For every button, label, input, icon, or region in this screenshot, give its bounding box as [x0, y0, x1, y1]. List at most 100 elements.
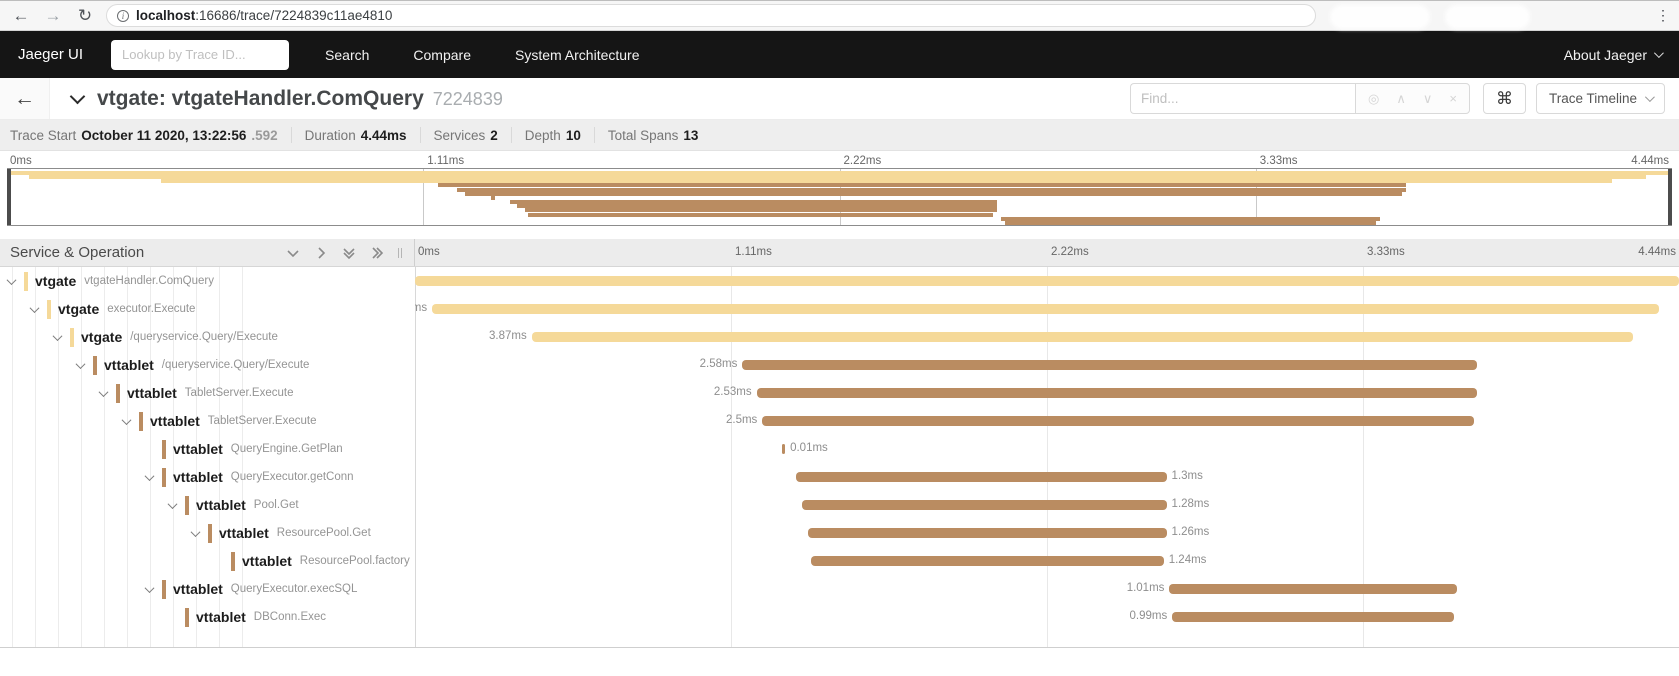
span-timeline-cell[interactable]: 3.87ms — [415, 323, 1679, 351]
browser-refresh-icon[interactable]: ↻ — [74, 7, 96, 24]
expand-one-icon[interactable] — [314, 246, 328, 260]
expand-chevron-icon[interactable] — [7, 275, 17, 285]
span-name-cell[interactable]: vttabletQueryEngine.GetPlan — [0, 435, 415, 463]
span-duration-bar[interactable] — [1169, 584, 1457, 594]
about-jaeger-label: About Jaeger — [1564, 47, 1647, 63]
back-to-search-button[interactable]: ← — [0, 78, 50, 119]
keyboard-shortcuts-button[interactable]: ⌘ — [1483, 83, 1526, 114]
span-duration-bar[interactable] — [808, 528, 1167, 538]
site-info-icon[interactable]: i — [117, 10, 129, 22]
span-name-cell[interactable]: vttabletDBConn.Exec — [0, 603, 415, 631]
about-jaeger-menu[interactable]: About Jaeger — [1564, 47, 1661, 63]
span-name-cell[interactable]: vtgate/queryservice.Query/Execute — [0, 323, 415, 351]
trace-lookup-input[interactable] — [111, 40, 289, 70]
span-name-cell[interactable]: vtgatevtgateHandler.ComQuery — [0, 267, 415, 295]
expand-chevron-icon[interactable] — [168, 499, 178, 509]
span-name-cell[interactable]: vttablet/queryservice.Query/Execute — [0, 351, 415, 379]
span-row[interactable]: vttabletTabletServer.Execute2.53ms — [0, 379, 1679, 407]
span-timeline-cell[interactable]: 1.3ms — [415, 463, 1679, 491]
expand-chevron-icon[interactable] — [191, 527, 201, 537]
span-row[interactable]: vtgate/queryservice.Query/Execute3.87ms — [0, 323, 1679, 351]
focus-match-icon[interactable]: ◎ — [1368, 91, 1379, 107]
column-resizer-handle[interactable] — [398, 248, 402, 258]
span-duration-bar[interactable] — [742, 360, 1476, 370]
expand-chevron-icon[interactable] — [122, 415, 132, 425]
nav-link-system-architecture[interactable]: System Architecture — [515, 47, 640, 63]
prev-match-icon[interactable]: ∧ — [1396, 91, 1406, 107]
span-row[interactable]: vtgateexecutor.Execute4.31ms — [0, 295, 1679, 323]
service-color-marker — [185, 496, 189, 515]
span-timeline-cell[interactable]: 1.24ms — [415, 547, 1679, 575]
span-name-cell[interactable]: vttabletResourcePool.Get — [0, 519, 415, 547]
span-duration-bar[interactable] — [532, 332, 1634, 342]
span-timeline-cell[interactable]: 2.58ms — [415, 351, 1679, 379]
span-timeline-cell[interactable]: 4.31ms — [415, 295, 1679, 323]
span-duration-bar[interactable] — [757, 388, 1477, 398]
expand-chevron-icon[interactable] — [53, 331, 63, 341]
timeline-minimap[interactable] — [7, 168, 1672, 226]
browser-forward-icon[interactable]: → — [42, 7, 64, 24]
span-duration-bar[interactable] — [802, 500, 1166, 510]
expand-chevron-icon[interactable] — [76, 359, 86, 369]
find-input[interactable] — [1130, 83, 1355, 114]
command-icon: ⌘ — [1496, 89, 1513, 109]
browser-back-icon[interactable]: ← — [10, 7, 32, 24]
span-timeline-cell[interactable] — [415, 267, 1679, 295]
url-host: localhost — [136, 8, 195, 23]
span-timeline-cell[interactable]: 1.26ms — [415, 519, 1679, 547]
span-duration-bar[interactable] — [432, 304, 1659, 314]
span-row[interactable]: vttabletResourcePool.Get1.26ms — [0, 519, 1679, 547]
span-timeline-cell[interactable]: 0.01ms — [415, 435, 1679, 463]
service-color-marker — [47, 300, 51, 319]
span-name-cell[interactable]: vttabletQueryExecutor.execSQL — [0, 575, 415, 603]
span-duration-bar[interactable] — [796, 472, 1166, 482]
span-duration-bar[interactable] — [811, 556, 1164, 566]
span-name-cell[interactable]: vttabletTabletServer.Execute — [0, 407, 415, 435]
expand-chevron-icon[interactable] — [99, 387, 109, 397]
span-duration-bar[interactable] — [762, 416, 1474, 426]
nav-link-search[interactable]: Search — [325, 47, 369, 63]
url-text[interactable]: localhost:16686/trace/7224839c11ae4810 — [136, 8, 392, 23]
expand-chevron-icon[interactable] — [145, 471, 155, 481]
span-row[interactable]: vttablet/queryservice.Query/Execute 2.58m… — [0, 351, 1679, 379]
span-duration-bar[interactable] — [415, 276, 1679, 286]
collapse-one-icon[interactable] — [286, 246, 300, 260]
next-match-icon[interactable]: ∨ — [1423, 91, 1433, 107]
trace-view-dropdown[interactable]: Trace Timeline — [1536, 83, 1665, 114]
clear-find-icon[interactable]: × — [1449, 91, 1457, 106]
span-row[interactable]: vttabletQueryExecutor.getConn1.3ms — [0, 463, 1679, 491]
browser-menu-icon[interactable]: ⋮ — [1656, 7, 1669, 24]
span-timeline-cell[interactable]: 0.99ms — [415, 603, 1679, 631]
span-name-cell[interactable]: vttabletResourcePool.factory — [0, 547, 415, 575]
span-timeline-cell[interactable]: 1.01ms — [415, 575, 1679, 603]
span-row[interactable]: vttabletDBConn.Exec0.99ms — [0, 603, 1679, 631]
expand-chevron-icon[interactable] — [145, 583, 155, 593]
span-duration-bar[interactable] — [1172, 612, 1454, 622]
span-name-cell[interactable]: vttabletQueryExecutor.getConn — [0, 463, 415, 491]
summary-label: Services — [434, 128, 486, 143]
span-timeline-cell[interactable]: 2.53ms — [415, 379, 1679, 407]
expand-chevron-icon[interactable] — [30, 303, 40, 313]
span-timeline-cell[interactable]: 2.5ms — [415, 407, 1679, 435]
span-name-cell[interactable]: vttabletTabletServer.Execute — [0, 379, 415, 407]
span-name-cell[interactable]: vtgateexecutor.Execute — [0, 295, 415, 323]
span-row[interactable]: vttabletTabletServer.Execute2.5ms — [0, 407, 1679, 435]
expand-all-icon[interactable] — [370, 246, 384, 260]
span-row[interactable]: vtgatevtgateHandler.ComQuery — [0, 267, 1679, 295]
jaeger-brand[interactable]: Jaeger UI — [18, 46, 83, 63]
span-timeline-cell[interactable]: 1.28ms — [415, 491, 1679, 519]
span-row[interactable]: vttabletQueryEngine.GetPlan0.01ms — [0, 435, 1679, 463]
span-name-cell[interactable]: vttabletPool.Get — [0, 491, 415, 519]
minimap-left-scrubber[interactable] — [7, 169, 11, 225]
span-duration-label: 2.58ms — [700, 359, 743, 370]
span-row[interactable]: vttabletPool.Get1.28ms — [0, 491, 1679, 519]
minimap-right-scrubber[interactable] — [1668, 169, 1672, 225]
url-path: :16686/trace/7224839c11ae4810 — [195, 8, 392, 23]
collapse-all-icon[interactable] — [342, 246, 356, 260]
collapse-trace-chevron-icon[interactable] — [70, 89, 86, 105]
nav-link-compare[interactable]: Compare — [413, 47, 471, 63]
service-name: vttablet — [104, 357, 154, 373]
address-bar[interactable]: i localhost:16686/trace/7224839c11ae4810 — [106, 4, 1316, 27]
span-row[interactable]: vttabletQueryExecutor.execSQL1.01ms — [0, 575, 1679, 603]
span-row[interactable]: vttabletResourcePool.factory1.24ms — [0, 547, 1679, 575]
